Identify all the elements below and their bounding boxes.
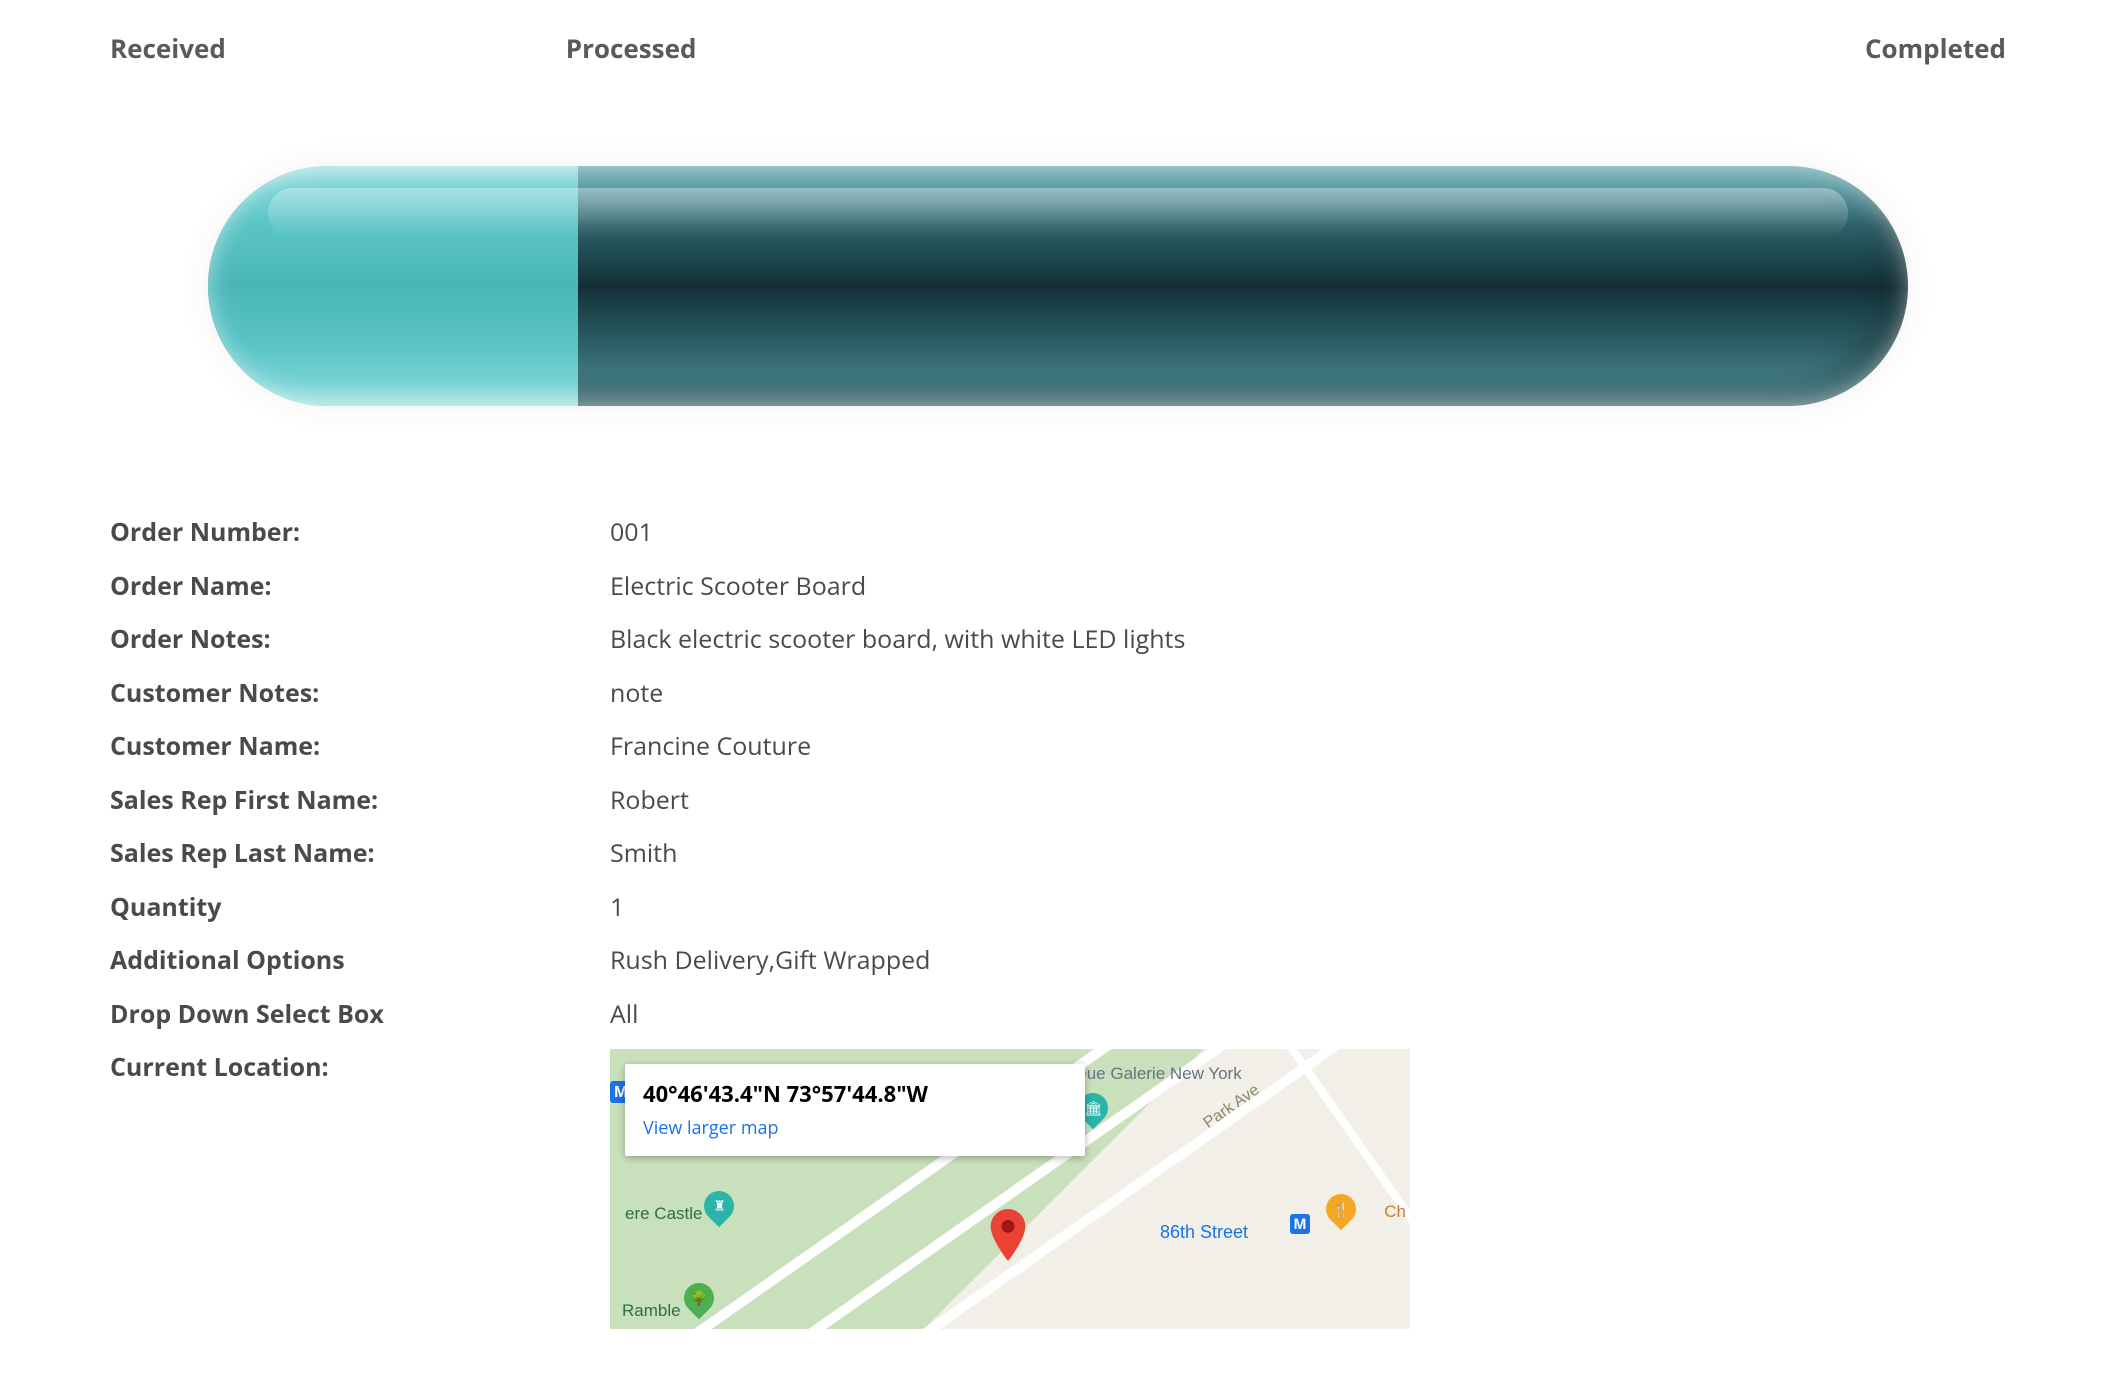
detail-value: Rush Delivery,Gift Wrapped (610, 942, 2006, 980)
detail-label: Order Number: (110, 514, 610, 552)
detail-order-name: Order Name: Electric Scooter Board (110, 560, 2006, 614)
poi-label-ch: Ch (1384, 1199, 1406, 1225)
order-details: Order Number: 001 Order Name: Electric S… (110, 506, 2006, 1337)
detail-label: Order Notes: (110, 621, 610, 659)
progress-fill (208, 166, 578, 406)
poi-label-86th-street: 86th Street (1160, 1219, 1248, 1246)
detail-current-location: Current Location: M Neue Galerie New Yor… (110, 1041, 2006, 1337)
detail-quantity: Quantity 1 (110, 881, 2006, 935)
detail-value: Black electric scooter board, with white… (610, 621, 2006, 659)
detail-value: Smith (610, 835, 2006, 873)
stage-completed-label: Completed (1865, 30, 2006, 66)
detail-value: 1 (610, 889, 2006, 927)
detail-label: Customer Name: (110, 728, 610, 766)
detail-label: Sales Rep First Name: (110, 782, 610, 820)
poi-label-neue-galerie: Neue Galerie New York (1065, 1061, 1242, 1087)
detail-label: Quantity (110, 889, 610, 927)
detail-additional-options: Additional Options Rush Delivery,Gift Wr… (110, 934, 2006, 988)
map-coordinates: 40°46'43.4"N 73°57'44.8"W (643, 1078, 1067, 1111)
detail-label: Customer Notes: (110, 675, 610, 713)
detail-order-number: Order Number: 001 (110, 506, 2006, 560)
stage-received-label: Received (110, 30, 226, 66)
detail-label: Drop Down Select Box (110, 996, 610, 1034)
detail-value: Francine Couture (610, 728, 2006, 766)
detail-value: note (610, 675, 2006, 713)
detail-customer-notes: Customer Notes: note (110, 667, 2006, 721)
detail-label: Current Location: (110, 1049, 610, 1329)
poi-label-belvedere-castle: ere Castle (625, 1201, 702, 1227)
detail-label: Sales Rep Last Name: (110, 835, 610, 873)
map-pin-icon (990, 1209, 1026, 1261)
detail-value: Electric Scooter Board (610, 568, 2006, 606)
detail-sales-rep-last: Sales Rep Last Name: Smith (110, 827, 2006, 881)
map-embed[interactable]: M Neue Galerie New York 🏛 Park Ave ♜ ere… (610, 1049, 1410, 1329)
detail-label: Additional Options (110, 942, 610, 980)
detail-value: 001 (610, 514, 2006, 552)
poi-label-ramble: Ramble (622, 1298, 681, 1324)
progress-stage-labels: Received Processed Completed (110, 30, 2006, 66)
detail-value: M Neue Galerie New York 🏛 Park Ave ♜ ere… (610, 1049, 2006, 1329)
detail-dropdown-select: Drop Down Select Box All (110, 988, 2006, 1042)
stage-processed-label: Processed (566, 30, 697, 66)
detail-label: Order Name: (110, 568, 610, 606)
progress-bar (208, 166, 1908, 406)
detail-order-notes: Order Notes: Black electric scooter boar… (110, 613, 2006, 667)
metro-icon: M (1290, 1214, 1310, 1234)
detail-sales-rep-first: Sales Rep First Name: Robert (110, 774, 2006, 828)
detail-value: Robert (610, 782, 2006, 820)
detail-customer-name: Customer Name: Francine Couture (110, 720, 2006, 774)
detail-value: All (610, 996, 2006, 1034)
map-info-card: 40°46'43.4"N 73°57'44.8"W View larger ma… (625, 1064, 1085, 1156)
view-larger-map-link[interactable]: View larger map (643, 1115, 1067, 1142)
